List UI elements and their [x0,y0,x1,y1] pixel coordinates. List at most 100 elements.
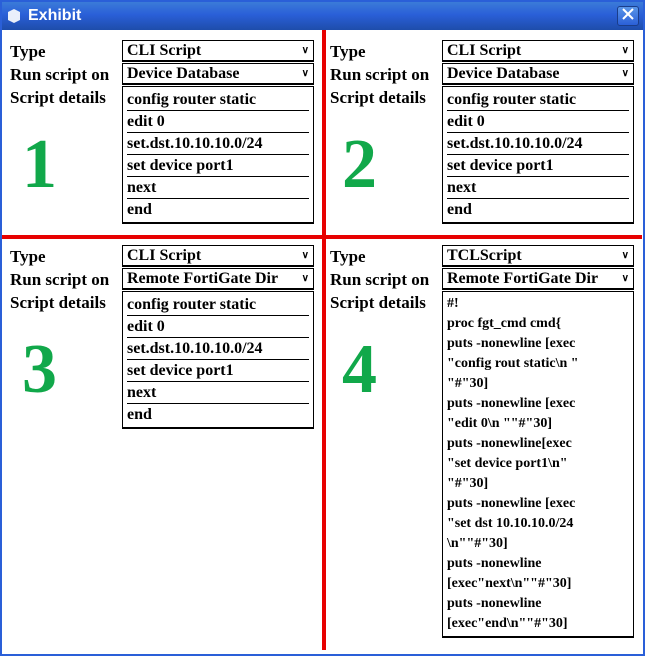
chevron-down-icon: ∨ [302,250,309,261]
type-value-wrap: CLI Script ∨ [122,40,314,63]
row-type: Type TCLScript ∨ [330,245,634,268]
run-value: Device Database [447,65,559,83]
script-line: puts -nonewline [exec [447,494,629,514]
type-value: CLI Script [447,42,521,60]
run-value-wrap: Device Database ∨ [122,63,314,86]
row-run: Run script on Remote FortiGate Dir ∨ [330,268,634,291]
window-body: 1TypeCLI Script∨Run script onDevice Data… [2,30,643,654]
run-value-wrap: Device Database ∨ [442,63,634,86]
close-button[interactable] [617,6,639,26]
row-type: Type CLI Script ∨ [330,40,634,63]
script-line: edit 0 [127,316,309,338]
script-textbox[interactable]: config router staticedit 0set.dst.10.10.… [442,86,634,224]
run-value: Remote FortiGate Dir [127,270,278,288]
script-line: puts -nonewline [exec [447,394,629,414]
details-value-wrap: #!proc fgt_cmd cmd{puts -nonewline [exec… [442,291,634,638]
chevron-down-icon: ∨ [302,273,309,284]
type-value: CLI Script [127,42,201,60]
type-label: Type [330,40,442,62]
script-line: next [127,177,309,199]
script-line: "set device port1\n" [447,454,629,474]
run-dropdown[interactable]: Device Database ∨ [442,63,634,85]
script-line: set.dst.10.10.10.0/24 [447,133,629,155]
script-line: puts -nonewline [447,594,629,614]
pane-1: 1TypeCLI Script∨Run script onDevice Data… [2,30,322,235]
divider-vertical [322,30,326,650]
run-value: Remote FortiGate Dir [447,270,598,288]
pane-3: 3TypeCLI Script∨Run script onRemote Fort… [2,235,322,650]
script-textbox[interactable]: #!proc fgt_cmd cmd{puts -nonewline [exec… [442,291,634,638]
run-value-wrap: Remote FortiGate Dir ∨ [442,268,634,291]
chevron-down-icon: ∨ [302,45,309,56]
pane-number: 2 [342,125,377,205]
script-line: end [127,199,309,220]
window-title: Exhibit [28,7,81,25]
script-line: end [127,404,309,425]
script-line: "#"30] [447,374,629,394]
script-line: next [447,177,629,199]
row-type: Type CLI Script ∨ [10,40,314,63]
details-label: Script details [330,86,442,108]
details-value-wrap: config router staticedit 0set.dst.10.10.… [442,86,634,224]
script-line: puts -nonewline[exec [447,434,629,454]
run-dropdown[interactable]: Remote FortiGate Dir ∨ [122,268,314,290]
script-line: config router static [127,89,309,111]
chevron-down-icon: ∨ [622,45,629,56]
type-dropdown[interactable]: CLI Script ∨ [122,245,314,267]
script-line: end [447,199,629,220]
script-line: [exec"end\n""#"30] [447,614,629,634]
type-label: Type [330,245,442,267]
titlebar: Exhibit [2,2,643,30]
script-line: edit 0 [447,111,629,133]
script-line: "#"30] [447,474,629,494]
chevron-down-icon: ∨ [302,68,309,79]
run-value: Device Database [127,65,239,83]
row-type: TypeCLI Script∨ [10,245,314,268]
script-line: puts -nonewline [447,554,629,574]
script-line: "set dst 10.10.10.0/24 [447,514,629,534]
type-dropdown[interactable]: CLI Script ∨ [442,40,634,62]
details-label: Script details [10,291,122,313]
app-icon [6,8,22,24]
type-label: Type [10,40,122,62]
script-line: "config rout static\n " [447,354,629,374]
script-line: "edit 0\n ""#"30] [447,414,629,434]
script-line: [exec"next\n""#"30] [447,574,629,594]
details-value-wrap: config router staticedit 0set.dst.10.10.… [122,86,314,224]
type-value: CLI Script [127,247,201,265]
script-line: next [127,382,309,404]
pane-number: 3 [22,330,57,410]
script-line: set device port1 [447,155,629,177]
run-label: Run script on [10,63,122,85]
script-line: config router static [447,89,629,111]
script-line: puts -nonewline [exec [447,334,629,354]
type-value: TCLScript [447,247,522,265]
script-line: set device port1 [127,155,309,177]
script-textbox[interactable]: config router staticedit 0set.dst.10.10.… [122,86,314,224]
type-value-wrap: TCLScript ∨ [442,245,634,268]
pane-4: 4TypeTCLScript∨Run script onRemote Forti… [322,235,642,650]
script-line: edit 0 [127,111,309,133]
run-dropdown[interactable]: Device Database ∨ [122,63,314,85]
pane-2: 2TypeCLI Script∨Run script onDevice Data… [322,30,642,235]
chevron-down-icon: ∨ [622,273,629,284]
script-line: set.dst.10.10.10.0/24 [127,133,309,155]
script-textbox[interactable]: config router staticedit 0set.dst.10.10.… [122,291,314,429]
run-label: Run script on [330,63,442,85]
row-run: Run script on Remote FortiGate Dir ∨ [10,268,314,291]
type-dropdown[interactable]: TCLScript ∨ [442,245,634,267]
chevron-down-icon: ∨ [622,68,629,79]
details-label: Script details [330,291,442,313]
run-dropdown[interactable]: Remote FortiGate Dir ∨ [442,268,634,290]
close-icon [622,7,634,25]
run-label: Run script on [10,268,122,290]
script-line: proc fgt_cmd cmd{ [447,314,629,334]
pane-number: 4 [342,330,377,410]
type-dropdown[interactable]: CLI Script ∨ [122,40,314,62]
chevron-down-icon: ∨ [622,250,629,261]
run-label: Run script on [330,268,442,290]
window: Exhibit 1TypeCLI Script∨Run script onDev… [0,0,645,656]
script-line: set.dst.10.10.10.0/24 [127,338,309,360]
details-value-wrap: config router staticedit 0set.dst.10.10.… [122,291,314,429]
type-value-wrap: CLI Script ∨ [442,40,634,63]
